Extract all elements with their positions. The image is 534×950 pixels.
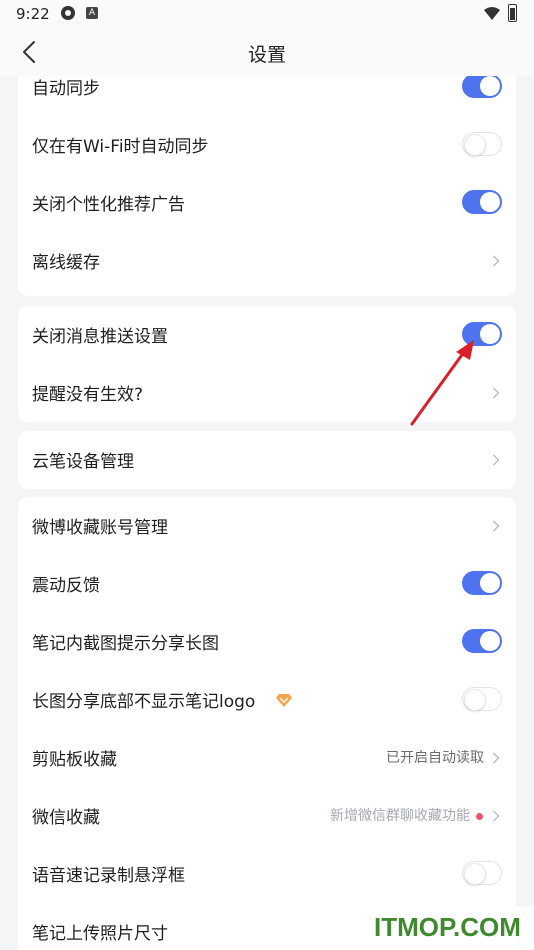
setting-disable-push[interactable]: 关闭消息推送设置 — [18, 306, 516, 364]
setting-wechat-collect[interactable]: 微信收藏 新增微信群聊收藏功能 — [18, 787, 516, 845]
setting-hide-logo-in-long-image[interactable]: 长图分享底部不显示笔记logo — [18, 671, 516, 729]
setting-disable-personalized-ads[interactable]: 关闭个性化推荐广告 — [18, 174, 516, 232]
chevron-right-icon — [493, 520, 500, 532]
new-feature-dot — [476, 813, 483, 820]
settings-list[interactable]: 自动同步 仅在有Wi-Fi时自动同步 关闭个性化推荐广告 离线缓存 关闭消息推送… — [0, 76, 534, 950]
sync-settings-card: 自动同步 仅在有Wi-Fi时自动同步 关闭个性化推荐广告 离线缓存 — [18, 76, 516, 296]
hide-logo-toggle[interactable] — [462, 687, 502, 711]
screenshot-share-toggle[interactable] — [462, 629, 502, 653]
wifi-icon — [484, 7, 500, 20]
setting-label: 云笔设备管理 — [32, 452, 134, 472]
setting-label: 笔记内截图提示分享长图 — [32, 634, 219, 654]
setting-label: 自动同步 — [32, 79, 100, 99]
setting-clipboard-collect[interactable]: 剪贴板收藏 已开启自动读取 — [18, 729, 516, 787]
setting-label: 关闭个性化推荐广告 — [32, 195, 185, 215]
setting-label: 关闭消息推送设置 — [32, 327, 168, 347]
setting-label: 离线缓存 — [32, 253, 100, 273]
setting-vibration-feedback[interactable]: 震动反馈 — [18, 555, 516, 613]
setting-reminder-not-working[interactable]: 提醒没有生效? — [18, 364, 516, 422]
setting-auto-sync[interactable]: 自动同步 — [18, 76, 516, 116]
misc-settings-card: 微博收藏账号管理 震动反馈 笔记内截图提示分享长图 长图分享底部不显示笔记log… — [18, 497, 516, 950]
setting-label: 语音速记录制悬浮框 — [32, 866, 185, 886]
vibration-toggle[interactable] — [462, 571, 502, 595]
chevron-right-icon — [493, 255, 500, 267]
setting-voice-floating-window[interactable]: 语音速记录制悬浮框 — [18, 845, 516, 903]
chevron-right-icon — [493, 454, 500, 466]
setting-label: 震动反馈 — [32, 576, 100, 596]
notification-icon: A — [86, 7, 98, 19]
clipboard-status-text: 已开启自动读取 — [386, 750, 484, 766]
app-status-icon — [61, 6, 75, 20]
chevron-right-icon — [493, 387, 500, 399]
status-time: 9:22 — [16, 5, 50, 23]
setting-label: 仅在有Wi-Fi时自动同步 — [32, 137, 209, 157]
nav-bar: 设置 — [0, 28, 534, 76]
vip-diamond-icon — [276, 694, 292, 707]
setting-label: 微信收藏 — [32, 808, 100, 828]
device-card: 云笔设备管理 — [18, 431, 516, 489]
setting-label: 剪贴板收藏 — [32, 750, 117, 770]
page-title: 设置 — [247, 44, 286, 66]
push-settings-card: 关闭消息推送设置 提醒没有生效? — [18, 306, 516, 422]
push-notification-toggle[interactable] — [462, 322, 502, 346]
chevron-right-icon — [493, 810, 500, 822]
setting-label: 笔记上传照片尺寸 — [32, 924, 168, 944]
setting-screenshot-share-prompt[interactable]: 笔记内截图提示分享长图 — [18, 613, 516, 671]
setting-weibo-accounts[interactable]: 微博收藏账号管理 — [18, 497, 516, 555]
wechat-promo-text: 新增微信群聊收藏功能 — [330, 808, 470, 824]
setting-wifi-only-sync[interactable]: 仅在有Wi-Fi时自动同步 — [18, 116, 516, 174]
chevron-right-icon — [493, 752, 500, 764]
wifi-only-sync-toggle[interactable] — [462, 132, 502, 156]
setting-label: 微博收藏账号管理 — [32, 518, 168, 538]
battery-icon — [508, 4, 517, 22]
personalized-ads-toggle[interactable] — [462, 190, 502, 214]
auto-sync-toggle[interactable] — [462, 76, 502, 98]
voice-floating-toggle[interactable] — [462, 861, 502, 885]
setting-cloud-pen-devices[interactable]: 云笔设备管理 — [18, 431, 516, 489]
status-bar: 9:22 A — [0, 0, 534, 28]
setting-label: 提醒没有生效? — [32, 385, 144, 405]
watermark-logo: ITMOP.COM — [374, 912, 521, 942]
setting-label: 长图分享底部不显示笔记logo — [32, 692, 256, 712]
setting-offline-cache[interactable]: 离线缓存 — [18, 232, 516, 290]
